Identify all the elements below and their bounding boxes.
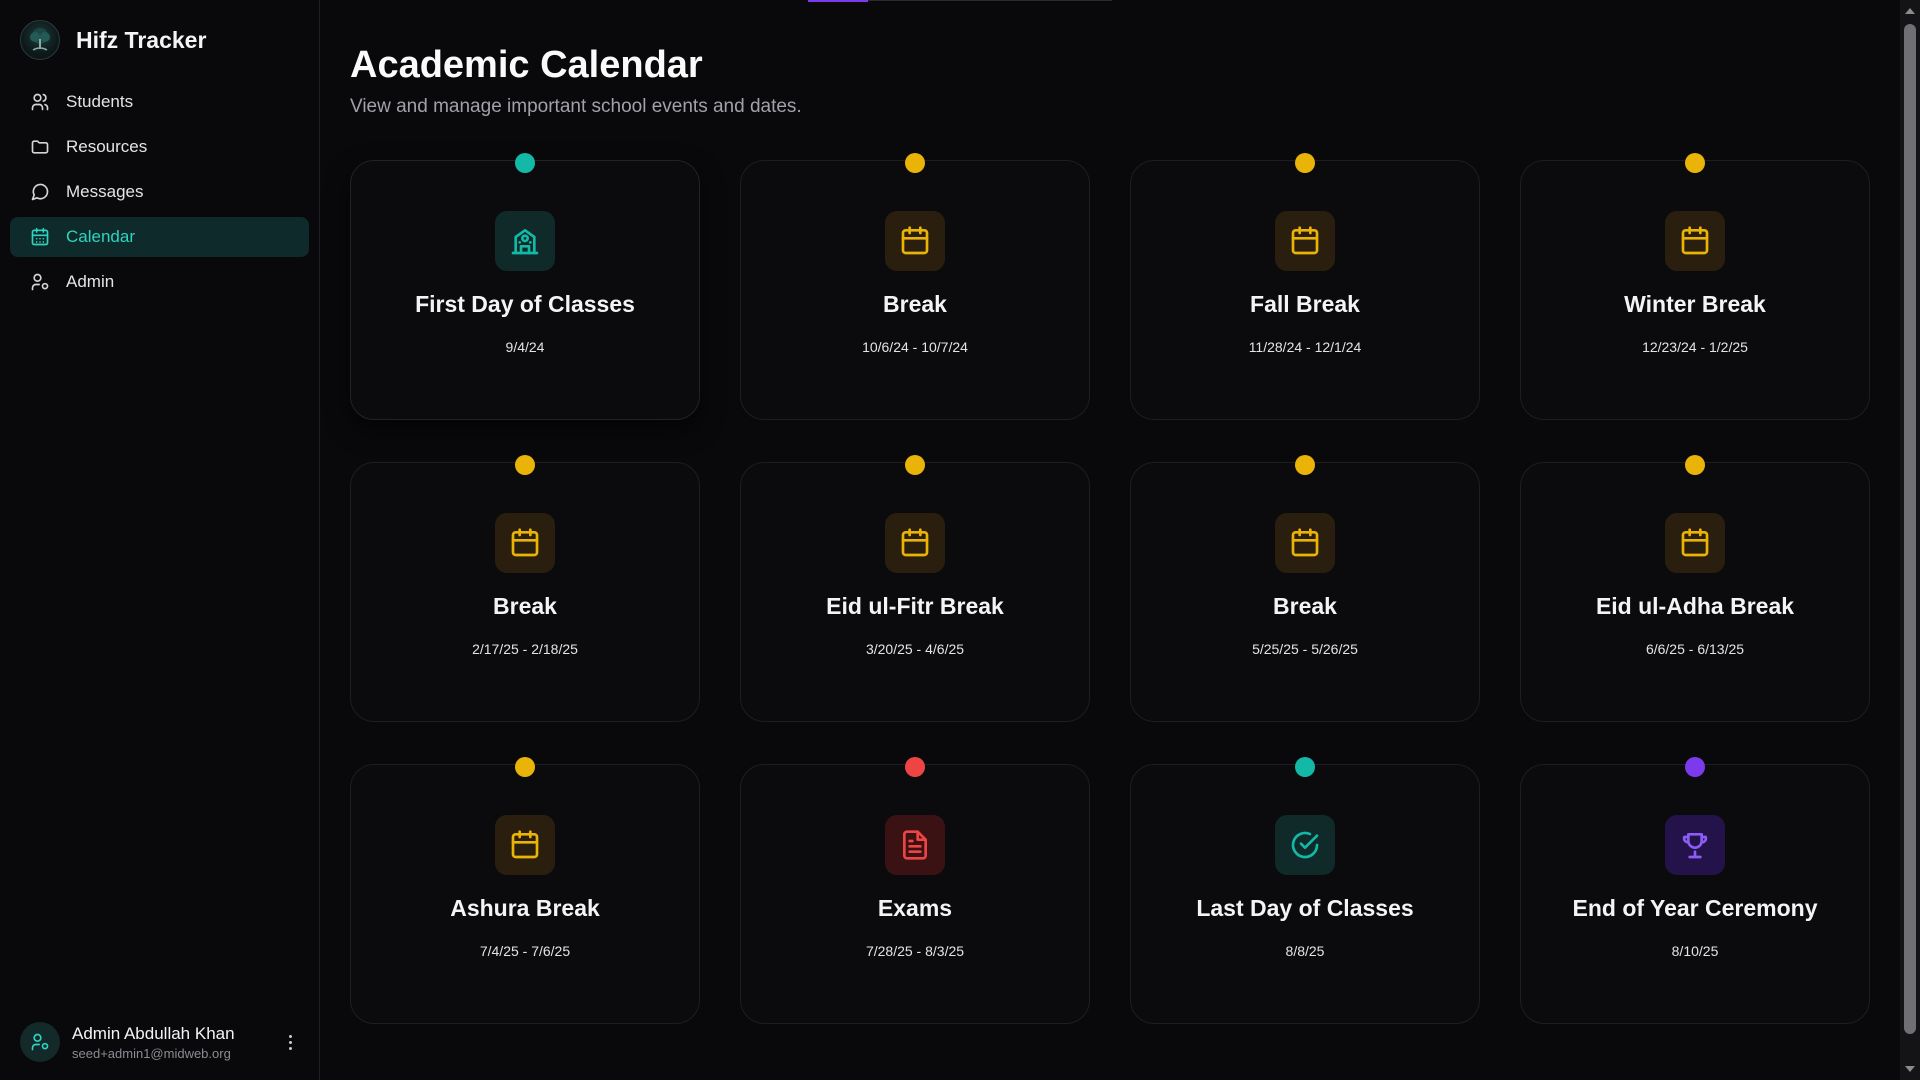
avatar [20,1022,60,1062]
event-date: 7/28/25 - 8/3/25 [865,943,965,959]
calendar-icon [885,513,945,573]
user-cog-icon [31,1033,49,1051]
event-card[interactable]: Exams 7/28/25 - 8/3/25 [740,757,1090,1024]
event-card[interactable]: First Day of Classes 9/4/24 [350,153,700,420]
sidebar-item-admin[interactable]: Admin [10,262,309,302]
brand[interactable]: Hifz Tracker [20,20,206,60]
event-date: 9/4/24 [505,339,545,355]
event-date: 10/6/24 - 10/7/24 [862,339,968,355]
scroll-down-icon[interactable] [1905,1066,1915,1072]
more-vertical-icon[interactable] [280,1034,300,1050]
calendar-icon [1665,513,1725,573]
top-progress-indicator [808,0,868,2]
event-card[interactable]: Fall Break 11/28/24 - 12/1/24 [1130,153,1480,420]
event-title: Break [883,291,947,317]
sidebar-nav: Students Resources Messages Calendar Adm… [10,82,309,307]
trophy-icon [1665,815,1725,875]
calendar-icon [495,513,555,573]
event-type-dot [905,757,925,777]
event-card[interactable]: Break 10/6/24 - 10/7/24 [740,153,1090,420]
message-icon [30,182,50,202]
event-type-dot [905,455,925,475]
event-card[interactable]: Last Day of Classes 8/8/25 [1130,757,1480,1024]
sidebar-item-label: Resources [66,137,148,156]
scroll-up-icon[interactable] [1905,8,1915,14]
event-date: 11/28/24 - 12/1/24 [1248,339,1362,355]
user-name: Admin Abdullah Khan [72,1023,235,1043]
calendar-icon [1665,211,1725,271]
calendar-icon [495,815,555,875]
school-icon [495,211,555,271]
user-cog-icon [30,272,50,292]
document-icon [885,815,945,875]
event-card[interactable]: Eid ul-Fitr Break 3/20/25 - 4/6/25 [740,455,1090,722]
calendar-icon [885,211,945,271]
user-profile[interactable]: Admin Abdullah Khan seed+admin1@midweb.o… [20,1022,300,1062]
event-title: Eid ul-Fitr Break [826,593,1004,619]
event-date: 5/25/25 - 5/26/25 [1252,641,1358,657]
sidebar-item-label: Messages [66,182,144,201]
event-date: 8/10/25 [1671,943,1719,959]
calendar-icon [1275,211,1335,271]
sidebar-item-students[interactable]: Students [10,82,309,122]
event-date: 6/6/25 - 6/13/25 [1645,641,1745,657]
scrollbar[interactable] [1900,0,1920,1080]
app-title: Hifz Tracker [76,26,207,53]
page-subtitle: View and manage important school events … [350,96,802,117]
event-card[interactable]: Winter Break 12/23/24 - 1/2/25 [1520,153,1870,420]
events-grid: First Day of Classes 9/4/24 Break 10/6/24 -… [350,153,1870,1024]
sidebar-item-resources[interactable]: Resources [10,127,309,167]
top-progress-track [868,0,1112,1]
event-title: Exams [877,895,953,921]
event-card[interactable]: Eid ul-Adha Break 6/6/25 - 6/13/25 [1520,455,1870,722]
event-date: 7/4/25 - 7/6/25 [479,943,571,959]
event-date: 3/20/25 - 4/6/25 [865,641,965,657]
event-type-dot [515,153,535,173]
event-card[interactable]: End of Year Ceremony 8/10/25 [1520,757,1870,1024]
event-type-dot [515,757,535,777]
app-root: Hifz Tracker Students Resources Messages [0,0,1920,1080]
user-email: seed+admin1@midweb.org [72,1045,231,1061]
sidebar-item-messages[interactable]: Messages [10,172,309,212]
event-date: 2/17/25 - 2/18/25 [472,641,578,657]
sidebar-item-calendar[interactable]: Calendar [10,217,309,257]
page-title: Academic Calendar [350,44,703,86]
event-type-dot [515,455,535,475]
main-content: Academic Calendar View and manage import… [320,0,1920,1080]
check-circle-icon [1275,815,1335,875]
event-title: Ashura Break [450,895,600,921]
user-info: Admin Abdullah Khan seed+admin1@midweb.o… [72,1024,268,1061]
event-card[interactable]: Break 2/17/25 - 2/18/25 [350,455,700,722]
event-card[interactable]: Break 5/25/25 - 5/26/25 [1130,455,1480,722]
event-type-dot [1295,153,1315,173]
event-title: Break [493,593,557,619]
event-title: Last Day of Classes [1196,895,1414,921]
event-type-dot [1295,455,1315,475]
folder-icon [30,137,50,157]
event-date: 12/23/24 - 1/2/25 [1642,339,1748,355]
event-type-dot [1685,455,1705,475]
tree-logo-icon [20,20,60,60]
sidebar-item-label: Calendar [66,227,135,246]
event-title: Eid ul-Adha Break [1595,593,1795,619]
sidebar-item-label: Students [66,92,134,111]
event-type-dot [1295,757,1315,777]
sidebar-item-label: Admin [66,272,115,291]
event-title: End of Year Ceremony [1572,895,1818,921]
event-title: First Day of Classes [415,291,635,317]
event-card[interactable]: Ashura Break 7/4/25 - 7/6/25 [350,757,700,1024]
event-type-dot [1685,153,1705,173]
users-icon [30,92,50,112]
event-title: Break [1273,593,1337,619]
calendar-icon [1275,513,1335,573]
event-type-dot [1685,757,1705,777]
calendar-icon [30,227,50,247]
event-title: Winter Break [1624,291,1766,317]
scrollbar-thumb[interactable] [1904,24,1916,1034]
event-title: Fall Break [1250,291,1360,317]
sidebar: Hifz Tracker Students Resources Messages [0,0,320,1080]
event-date: 8/8/25 [1285,943,1325,959]
event-type-dot [905,153,925,173]
